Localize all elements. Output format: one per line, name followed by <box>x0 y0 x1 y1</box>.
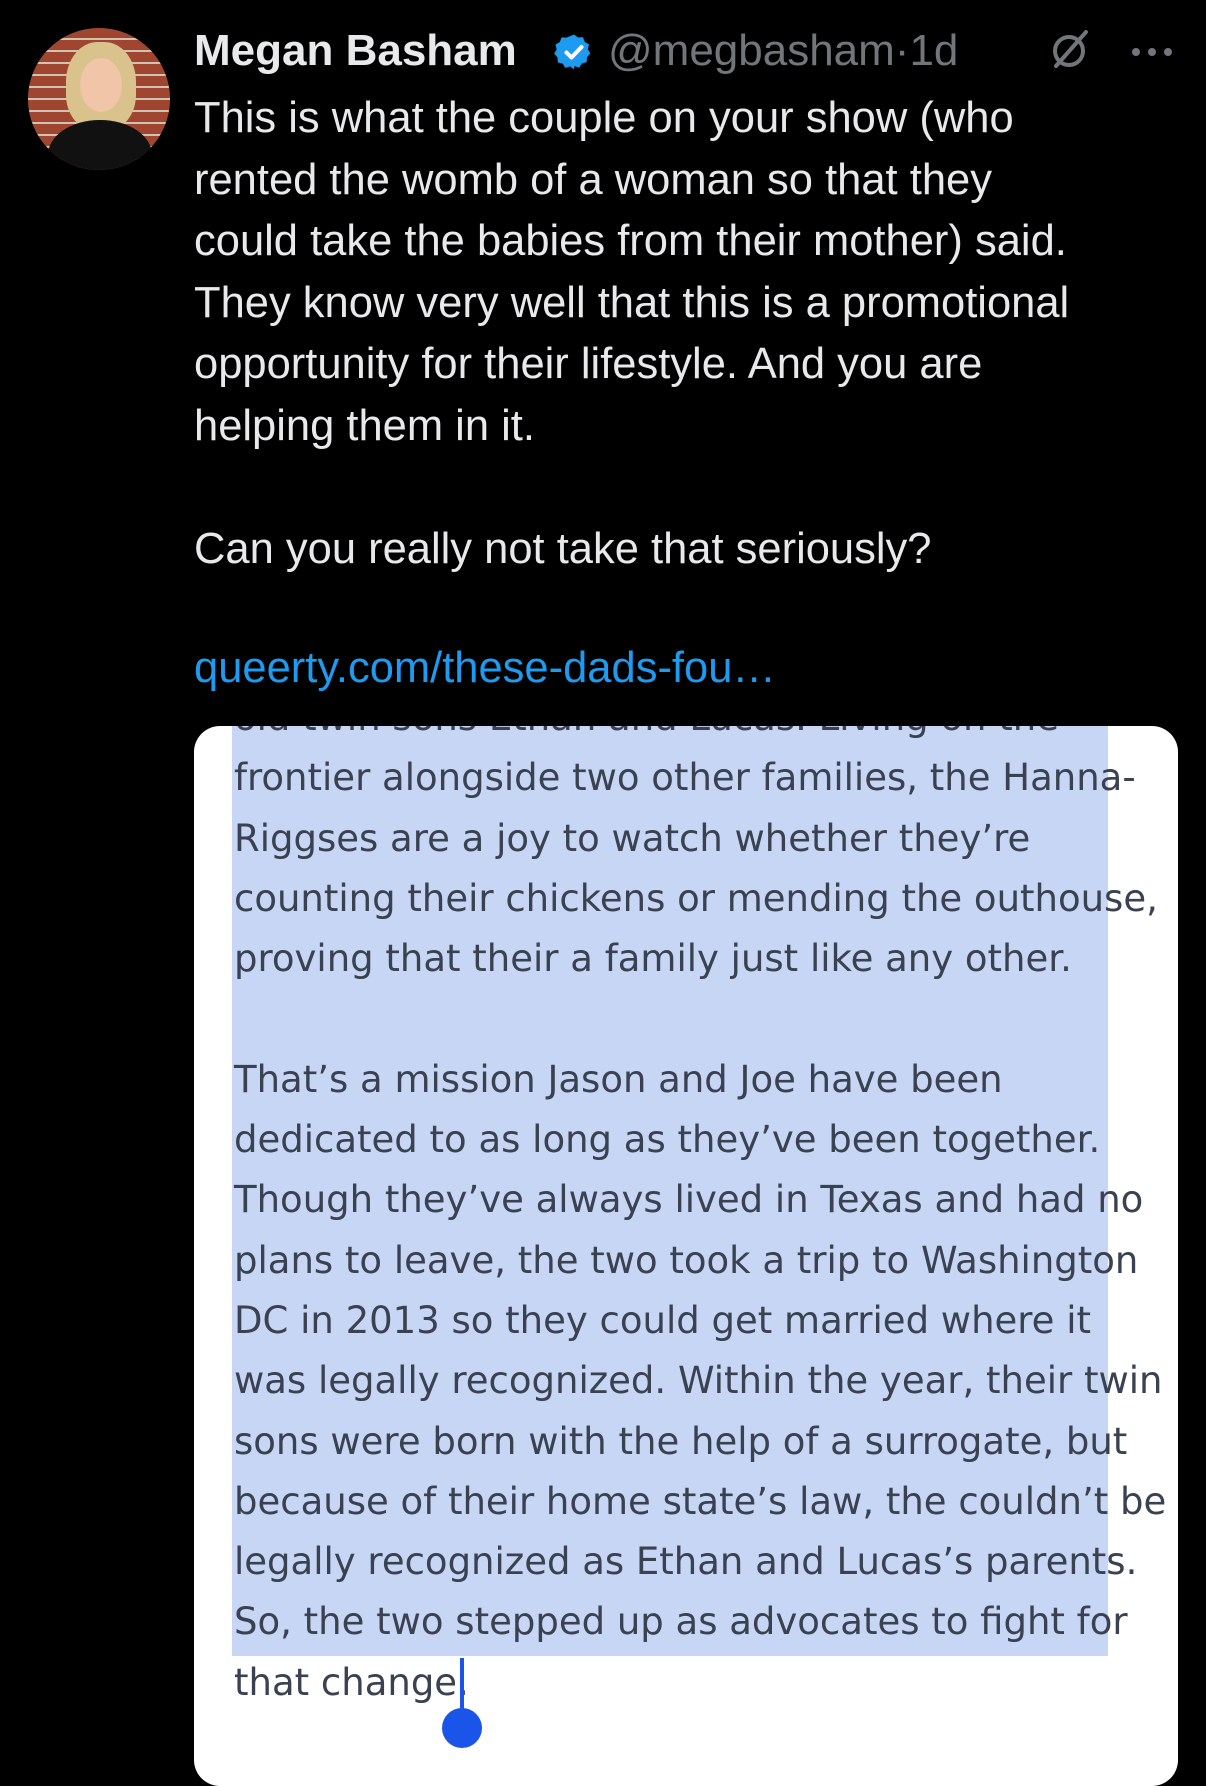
article-line: that change. <box>234 1660 469 1704</box>
author-avatar[interactable] <box>28 28 170 170</box>
tweet-text: This is what the couple on your show (wh… <box>194 94 1070 573</box>
article-line: DC in 2013 so they could get married whe… <box>234 1298 1091 1342</box>
selection-handle[interactable] <box>442 1708 482 1748</box>
article-line: frontier alongside two other families, t… <box>234 756 1136 800</box>
article-line: legally recognized as Ethan and Lucas’s … <box>234 1540 1138 1584</box>
article-line: Riggses are a joy to watch whether they’… <box>234 816 1031 860</box>
article-text: old twin sons Ethan and Lucas. Living on… <box>234 726 1167 1713</box>
article-line <box>234 989 1134 1049</box>
article-line: old twin sons Ethan and Lucas. Living on… <box>234 726 1134 748</box>
article-line: sons were born with the help of a surrog… <box>234 1419 1128 1463</box>
article-line: counting their chickens or mending the o… <box>234 876 1158 920</box>
article-line: plans to leave, the two took a trip to W… <box>234 1238 1139 1282</box>
verified-badge-icon <box>554 34 591 70</box>
separator-dot: · <box>894 26 910 75</box>
avatar-face <box>80 58 122 112</box>
article-line: So, the two stepped up as advocates to f… <box>234 1600 1128 1644</box>
grok-icon[interactable] <box>1048 28 1092 72</box>
article-line: dedicated to as long as they’ve been tog… <box>234 1118 1101 1162</box>
article-line: because of their home state’s law, the c… <box>234 1479 1167 1523</box>
attached-image[interactable]: old twin sons Ethan and Lucas. Living on… <box>194 726 1178 1786</box>
article-line: Though they’ve always lived in Texas and… <box>234 1178 1144 1222</box>
more-options-icon[interactable] <box>1128 30 1176 70</box>
author-name[interactable]: Megan Basham <box>194 26 517 76</box>
article-line: proving that their a family just like an… <box>234 937 1072 981</box>
tweet-time: 1d <box>909 26 959 75</box>
article-line: That’s a mission Jason and Joe have been <box>234 1057 1003 1101</box>
article-line: was legally recognized. Within the year,… <box>234 1359 1163 1403</box>
handle-and-time[interactable]: @megbasham·1d <box>608 26 958 76</box>
tweet-header: Megan Basham @megbasham·1d <box>194 20 1206 82</box>
tweet-link[interactable]: queerty.com/these-dads-fou… <box>194 644 776 693</box>
author-handle: @megbasham <box>608 26 895 75</box>
